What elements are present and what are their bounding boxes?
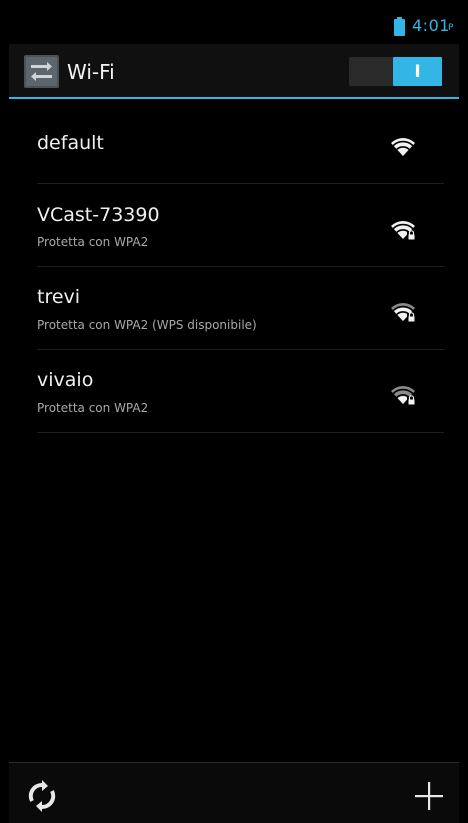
wifi-signal-locked-icon — [391, 303, 416, 322]
status-bar: 4:01 P — [9, 0, 459, 44]
network-ssid: vivaio — [37, 369, 94, 391]
battery-icon — [394, 17, 405, 36]
wifi-settings-screen: 4:01 P Wi-Fi I default VCast-73390 Prote… — [9, 0, 459, 823]
network-item-vcast[interactable]: VCast-73390 Protetta con WPA2 — [9, 184, 459, 266]
wifi-toggle-thumb[interactable]: I — [393, 57, 442, 86]
network-item-vivaio[interactable]: vivaio Protetta con WPA2 — [9, 350, 459, 432]
network-ssid: VCast-73390 — [37, 204, 160, 226]
status-time: 4:01 — [412, 16, 450, 35]
add-network-icon[interactable] — [413, 780, 445, 812]
status-ampm: P — [448, 23, 454, 33]
bottom-action-bar — [9, 763, 459, 823]
wifi-signal-locked-weak-icon — [391, 386, 416, 405]
network-item-default[interactable]: default — [9, 99, 459, 183]
wifi-signal-locked-icon — [391, 221, 416, 240]
wifi-toggle[interactable]: I — [349, 57, 442, 86]
network-ssid: trevi — [37, 286, 81, 308]
network-ssid: default — [37, 132, 104, 154]
page-title: Wi-Fi — [67, 60, 115, 84]
wifi-settings-icon[interactable] — [24, 55, 59, 88]
list-divider — [37, 432, 444, 433]
network-item-trevi[interactable]: trevi Protetta con WPA2 (WPS disponibile… — [9, 267, 459, 349]
wifi-signal-open-icon — [391, 138, 415, 156]
network-security: Protetta con WPA2 — [37, 235, 149, 249]
network-security: Protetta con WPA2 — [37, 401, 149, 415]
refresh-scan-icon[interactable] — [25, 779, 59, 813]
action-bar: Wi-Fi I — [9, 44, 459, 99]
network-security: Protetta con WPA2 (WPS disponibile) — [37, 318, 257, 332]
